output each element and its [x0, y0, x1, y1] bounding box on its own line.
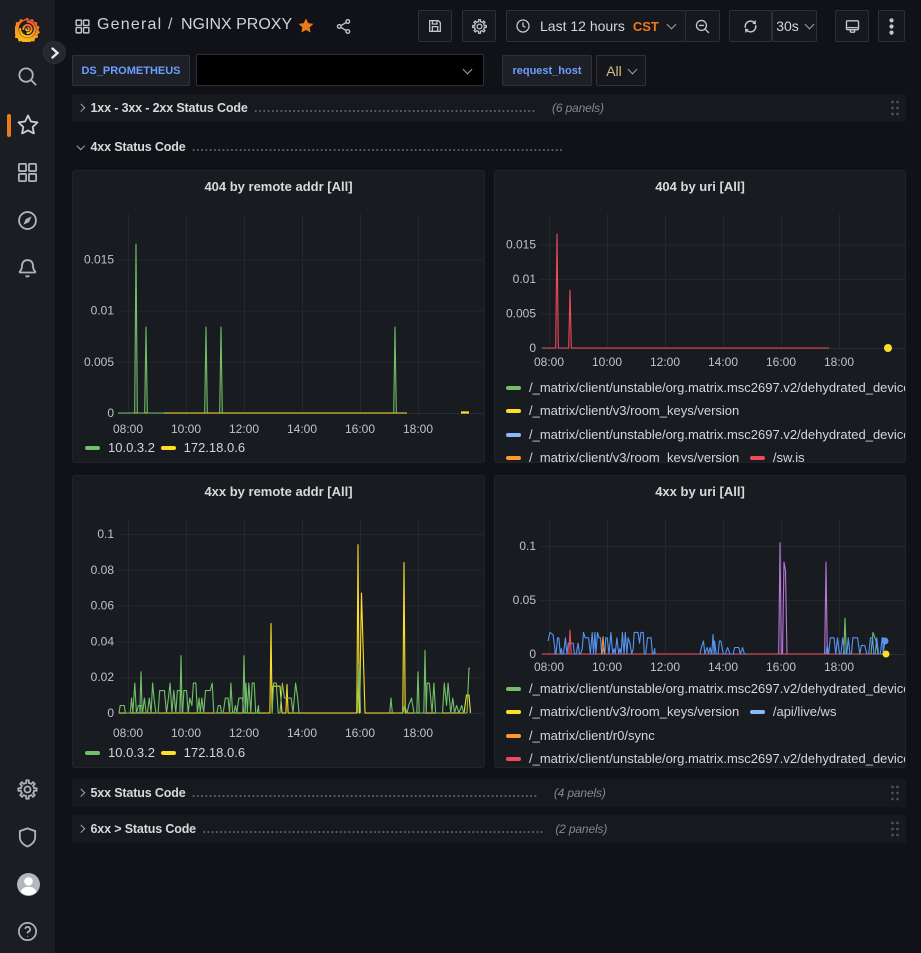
svg-text:12:00: 12:00	[229, 726, 259, 740]
svg-text:16:00: 16:00	[766, 355, 796, 369]
svg-text:0: 0	[529, 341, 536, 355]
svg-text:16:00: 16:00	[766, 660, 796, 674]
svg-text:18:00: 18:00	[403, 726, 433, 740]
svg-text:14:00: 14:00	[708, 660, 738, 674]
svg-text:18:00: 18:00	[403, 422, 433, 436]
svg-text:0.05: 0.05	[513, 593, 537, 607]
svg-text:0.08: 0.08	[91, 563, 115, 577]
svg-text:0.01: 0.01	[91, 304, 115, 318]
svg-text:0.005: 0.005	[506, 307, 536, 321]
svg-text:14:00: 14:00	[287, 726, 317, 740]
svg-text:08:00: 08:00	[534, 660, 564, 674]
svg-text:0: 0	[107, 706, 114, 720]
svg-text:12:00: 12:00	[229, 422, 259, 436]
svg-text:14:00: 14:00	[287, 422, 317, 436]
svg-text:0.06: 0.06	[91, 599, 115, 613]
svg-text:0.01: 0.01	[513, 272, 537, 286]
svg-text:14:00: 14:00	[708, 355, 738, 369]
svg-text:0: 0	[107, 406, 114, 420]
svg-text:10:00: 10:00	[171, 422, 201, 436]
svg-text:0.005: 0.005	[84, 355, 114, 369]
svg-text:0.1: 0.1	[519, 539, 536, 553]
svg-text:0.015: 0.015	[506, 238, 536, 252]
svg-text:0.02: 0.02	[91, 670, 115, 684]
svg-text:12:00: 12:00	[650, 660, 680, 674]
svg-text:08:00: 08:00	[113, 726, 143, 740]
svg-text:08:00: 08:00	[534, 355, 564, 369]
svg-text:12:00: 12:00	[650, 355, 680, 369]
svg-text:0.1: 0.1	[97, 527, 114, 541]
svg-text:10:00: 10:00	[171, 726, 201, 740]
svg-text:10:00: 10:00	[592, 355, 622, 369]
svg-text:16:00: 16:00	[345, 422, 375, 436]
svg-text:0.04: 0.04	[91, 634, 115, 648]
svg-text:0.015: 0.015	[84, 252, 114, 266]
svg-text:0: 0	[529, 647, 536, 661]
svg-text:10:00: 10:00	[592, 660, 622, 674]
svg-text:18:00: 18:00	[824, 660, 854, 674]
svg-text:16:00: 16:00	[345, 726, 375, 740]
svg-text:08:00: 08:00	[113, 422, 143, 436]
svg-text:18:00: 18:00	[824, 355, 854, 369]
